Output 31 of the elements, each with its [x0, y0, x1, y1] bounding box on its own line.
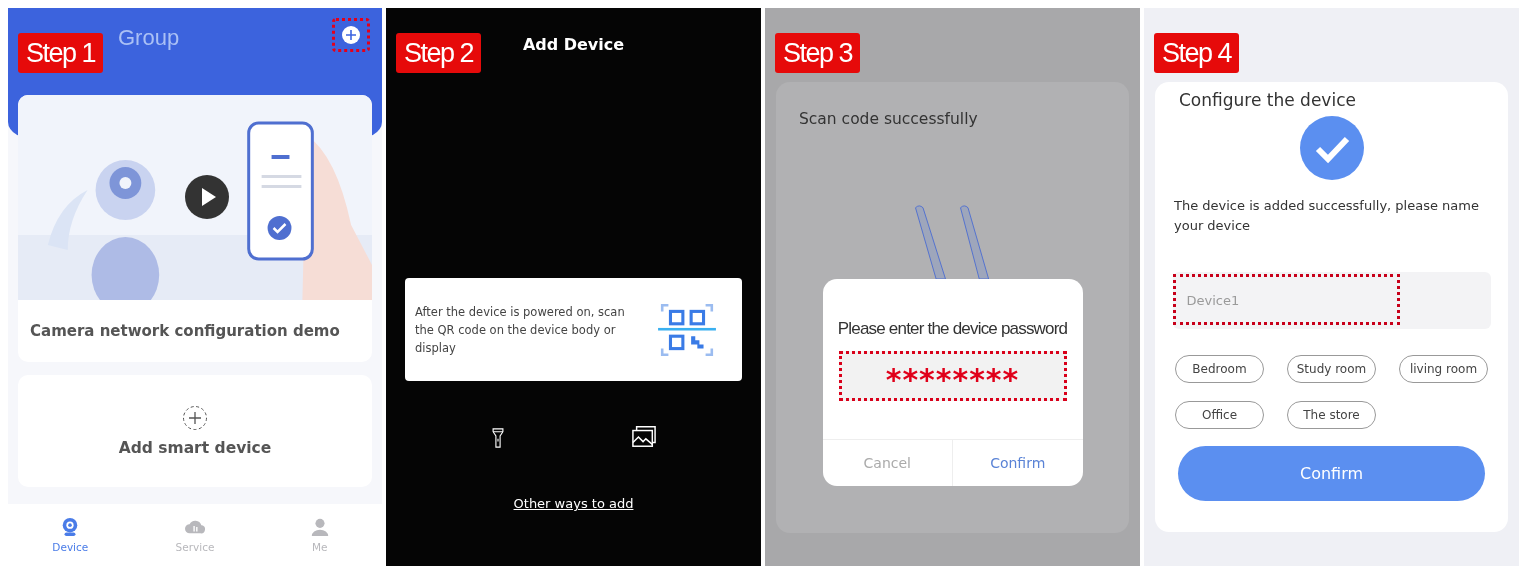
room-chip[interactable]: The store — [1287, 401, 1376, 429]
play-button[interactable] — [185, 175, 229, 219]
flashlight-icon[interactable] — [490, 425, 505, 451]
other-ways-link[interactable]: Other ways to add — [513, 496, 634, 511]
room-chip[interactable]: living room — [1399, 355, 1488, 383]
card-title: Camera network configuration demo — [29, 321, 341, 340]
add-label: Add smart device — [118, 439, 272, 457]
device-name-field[interactable]: Device1 — [1172, 272, 1491, 329]
step-badge: Step 3 — [775, 33, 861, 73]
person-icon — [309, 517, 330, 537]
add-device-card[interactable]: Add smart device — [18, 375, 372, 487]
gallery-icon[interactable] — [630, 425, 657, 449]
step-badge: Step 1 — [18, 33, 104, 73]
room-chip[interactable]: Office — [1175, 401, 1264, 429]
nav-item[interactable]: Device — [40, 516, 101, 554]
room-chip[interactable]: Bedroom — [1175, 355, 1264, 383]
step-badge: Step 4 — [1154, 33, 1240, 73]
confirm-button[interactable]: Confirm — [953, 440, 1083, 486]
status-title: Scan code successfully — [799, 110, 978, 128]
add-icon[interactable] — [341, 25, 361, 45]
dialog-title: Please enter the device password — [837, 319, 1068, 339]
step-badge: Step 2 — [396, 33, 482, 73]
screen-title: Configure the device — [1179, 90, 1356, 110]
room-chip[interactable]: Study room — [1287, 355, 1376, 383]
hint-text: After the device is powered on, scan the QR code on the device body or display — [415, 303, 626, 357]
demo-card[interactable]: Camera network configuration demo — [18, 95, 372, 362]
screen-title: Add Device — [522, 35, 625, 54]
success-message: The device is added successfully, please name your device — [1174, 197, 1480, 235]
add-icon — [182, 405, 208, 431]
success-check-icon — [1299, 116, 1364, 180]
password-field[interactable]: ******** — [838, 351, 1067, 401]
